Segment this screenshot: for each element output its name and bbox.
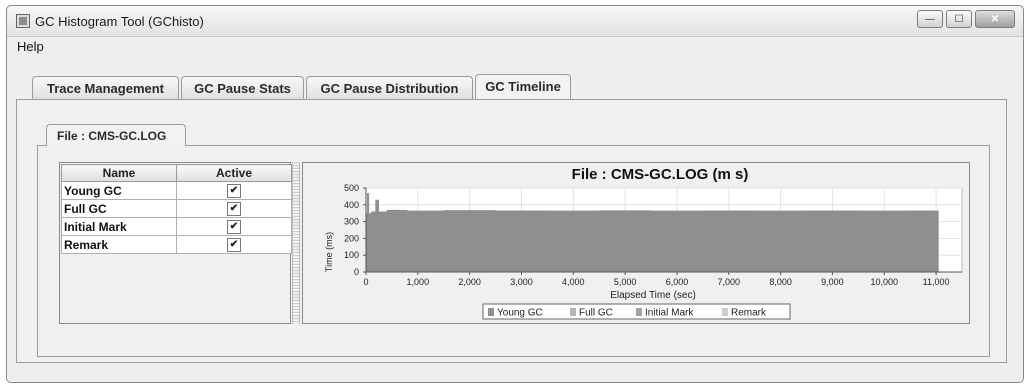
gc-type-table: Name Active Young GC ✔ Full GC ✔ Initial…: [61, 164, 292, 254]
x-tick-label: 5,000: [614, 277, 637, 287]
gc-name-cell: Initial Mark: [61, 217, 177, 236]
legend-swatch: [722, 308, 728, 316]
plot-area: 0 1,000 2,000 3,000 4,000 5,000 6,000 7,000 8,00…: [344, 183, 963, 287]
chart-legend: Young GC Full GC Initial Mark Remark: [482, 303, 791, 320]
java-app-icon: [16, 14, 30, 28]
gc-timeline-chart: File : CMS-GC.LOG (m s) 0 1,000 2,000 3,000…: [324, 166, 963, 320]
x-tick-label: 2,000: [458, 277, 481, 287]
gc-name-cell: Full GC: [61, 199, 177, 218]
gc-name-cell: Young GC: [61, 181, 177, 200]
legend-label: Remark: [731, 308, 767, 319]
split-pane-divider[interactable]: [292, 162, 300, 324]
legend-label: Full GC: [579, 308, 613, 319]
y-tick-label: 300: [344, 217, 359, 227]
tab-file-cms-gc-log[interactable]: File : CMS-GC.LOG: [46, 124, 186, 146]
x-tick-label: 6,000: [666, 277, 689, 287]
table-row[interactable]: Full GC ✔: [61, 199, 292, 218]
chart-title: File : CMS-GC.LOG (m s): [572, 166, 749, 183]
legend-label: Initial Mark: [645, 308, 694, 319]
x-tick-label: 0: [363, 277, 368, 287]
x-tick-label: 10,000: [870, 277, 898, 287]
x-axis-label: Elapsed Time (sec): [610, 290, 696, 301]
legend-swatch: [488, 308, 494, 316]
title-bar[interactable]: GC Histogram Tool (GChisto) — ☐ ✕: [7, 6, 1023, 37]
menu-bar: Help: [7, 37, 1023, 57]
x-tick-label: 3,000: [510, 277, 533, 287]
window-title: GC Histogram Tool (GChisto): [35, 14, 204, 29]
x-tick-label: 8,000: [769, 277, 792, 287]
tab-gc-pause-distribution[interactable]: GC Pause Distribution: [306, 76, 473, 99]
y-tick-label: 200: [344, 233, 359, 243]
column-header-active[interactable]: Active: [176, 164, 292, 182]
x-tick-label: 7,000: [718, 277, 741, 287]
y-tick-label: 100: [344, 250, 359, 260]
table-row[interactable]: Initial Mark ✔: [61, 217, 292, 236]
legend-label: Young GC: [497, 308, 543, 319]
column-header-name[interactable]: Name: [61, 164, 177, 182]
active-checkbox[interactable]: ✔: [227, 201, 241, 216]
x-tick-label: 11,000: [923, 277, 950, 287]
tab-trace-management[interactable]: Trace Management: [32, 76, 179, 99]
active-checkbox[interactable]: ✔: [227, 237, 241, 252]
window-controls: — ☐ ✕: [914, 10, 1015, 28]
x-tick-label: 1,000: [407, 277, 430, 287]
x-tick-label: 4,000: [562, 277, 585, 287]
minimize-button[interactable]: —: [917, 10, 943, 28]
tab-gc-timeline[interactable]: GC Timeline: [475, 74, 571, 99]
table-row[interactable]: Young GC ✔: [61, 181, 292, 200]
y-tick-label: 0: [354, 267, 359, 277]
gc-name-cell: Remark: [61, 235, 177, 254]
y-tick-label: 400: [344, 200, 359, 210]
table-row[interactable]: Remark ✔: [61, 235, 292, 254]
maximize-button[interactable]: ☐: [946, 10, 972, 28]
active-checkbox[interactable]: ✔: [227, 219, 241, 234]
menu-help[interactable]: Help: [17, 39, 44, 54]
tab-gc-pause-stats[interactable]: GC Pause Stats: [181, 76, 304, 99]
close-button[interactable]: ✕: [975, 10, 1015, 28]
legend-swatch: [570, 308, 576, 316]
legend-swatch: [636, 308, 642, 316]
y-axis-label: Time (ms): [324, 232, 334, 272]
active-checkbox[interactable]: ✔: [227, 183, 241, 198]
y-tick-label: 500: [344, 183, 359, 193]
x-tick-label: 9,000: [821, 277, 844, 287]
